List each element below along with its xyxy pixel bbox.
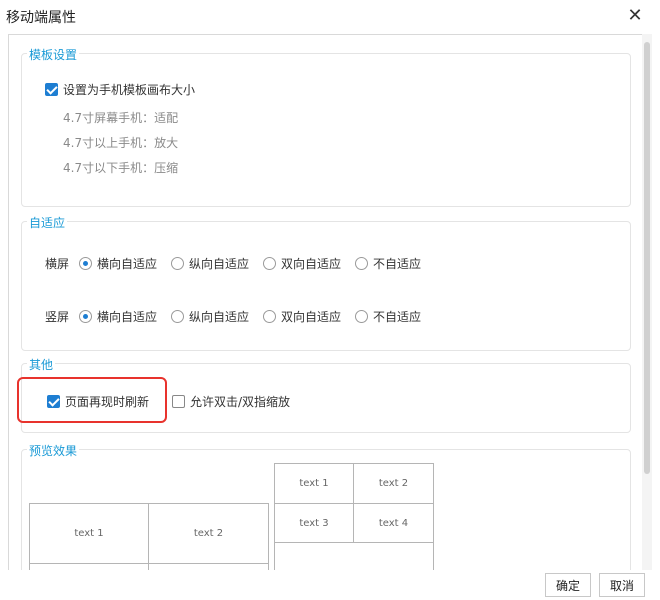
radio-icon[interactable] <box>355 257 369 270</box>
template-settings-title: 模板设置 <box>27 46 80 63</box>
landscape-none-radio[interactable]: 不自适应 <box>355 255 421 272</box>
close-icon[interactable]: ✕ <box>624 4 646 26</box>
portrait-vertical-radio[interactable]: 纵向自适应 <box>171 308 249 325</box>
zoom-checkbox[interactable] <box>172 395 185 408</box>
other-title: 其他 <box>27 356 56 373</box>
radio-label: 不自适应 <box>373 310 422 324</box>
refresh-label: 页面再现时刷新 <box>65 395 150 409</box>
radio-icon[interactable] <box>355 310 369 323</box>
radio-icon[interactable] <box>171 257 185 270</box>
radio-label: 不自适应 <box>373 257 422 271</box>
scroll-thumb[interactable] <box>644 42 650 474</box>
window-title: 移动端属性 <box>6 10 76 26</box>
radio-label: 双向自适应 <box>281 257 342 271</box>
landscape-both-radio[interactable]: 双向自适应 <box>263 255 341 272</box>
zoom-label: 允许双击/双指缩放 <box>190 395 291 409</box>
preview-right-cell-1: text 1 <box>274 463 354 504</box>
preview-left-cell-2: text 2 <box>148 503 269 564</box>
portrait-row: 竖屏 横向自适应 纵向自适应 双向自适应 不自适应 <box>45 308 435 325</box>
template-settings-group <box>21 53 631 207</box>
landscape-horizontal-radio[interactable]: 横向自适应 <box>79 255 157 272</box>
radio-icon[interactable] <box>79 310 92 323</box>
portrait-none-radio[interactable]: 不自适应 <box>355 308 421 325</box>
preview-left-cell-1: text 1 <box>29 503 149 564</box>
mobile-canvas-option[interactable]: 设置为手机模板画布大小 <box>45 81 195 98</box>
cancel-button[interactable]: 取消 <box>599 573 645 597</box>
radio-icon[interactable] <box>263 257 277 270</box>
title-bar: 移动端属性 ✕ <box>0 0 660 32</box>
ok-button[interactable]: 确定 <box>545 573 591 597</box>
landscape-vertical-radio[interactable]: 纵向自适应 <box>171 255 249 272</box>
preview-right-cell-3: text 3 <box>274 503 354 543</box>
preview-title: 预览效果 <box>27 442 80 459</box>
mobile-canvas-checkbox[interactable] <box>45 83 58 96</box>
radio-icon[interactable] <box>171 310 185 323</box>
radio-icon[interactable] <box>263 310 277 323</box>
adaptive-group <box>21 221 631 351</box>
portrait-both-radio[interactable]: 双向自适应 <box>263 308 341 325</box>
radio-label: 双向自适应 <box>281 310 342 324</box>
radio-label: 纵向自适应 <box>189 257 250 271</box>
mobile-canvas-label: 设置为手机模板画布大小 <box>63 83 196 97</box>
landscape-row: 横屏 横向自适应 纵向自适应 双向自适应 不自适应 <box>45 255 435 272</box>
radio-label: 横向自适应 <box>97 310 158 324</box>
radio-label: 纵向自适应 <box>189 310 250 324</box>
preview-right-cell-2: text 2 <box>353 463 434 504</box>
landscape-label: 横屏 <box>45 257 70 271</box>
zoom-option[interactable]: 允许双击/双指缩放 <box>172 393 290 410</box>
note-4-7: 4.7寸屏幕手机：适配 <box>63 111 179 125</box>
refresh-option[interactable]: 页面再现时刷新 <box>47 393 149 410</box>
note-below-4-7: 4.7寸以下手机：压缩 <box>63 161 179 175</box>
note-above-4-7: 4.7寸以上手机：放大 <box>63 136 179 150</box>
preview-right-cell-4: text 4 <box>353 503 434 543</box>
portrait-horizontal-radio[interactable]: 横向自适应 <box>79 308 157 325</box>
portrait-label: 竖屏 <box>45 310 70 324</box>
scrollbar[interactable] <box>642 34 652 570</box>
radio-label: 横向自适应 <box>97 257 158 271</box>
dialog-footer: 确定 取消 <box>0 570 660 600</box>
dialog-content: 模板设置 设置为手机模板画布大小 4.7寸屏幕手机：适配 4.7寸以上手机：放大… <box>8 34 644 572</box>
adaptive-title: 自适应 <box>27 214 68 231</box>
preview-right-cell-5 <box>274 542 434 571</box>
refresh-checkbox[interactable] <box>47 395 60 408</box>
radio-icon[interactable] <box>79 257 92 270</box>
